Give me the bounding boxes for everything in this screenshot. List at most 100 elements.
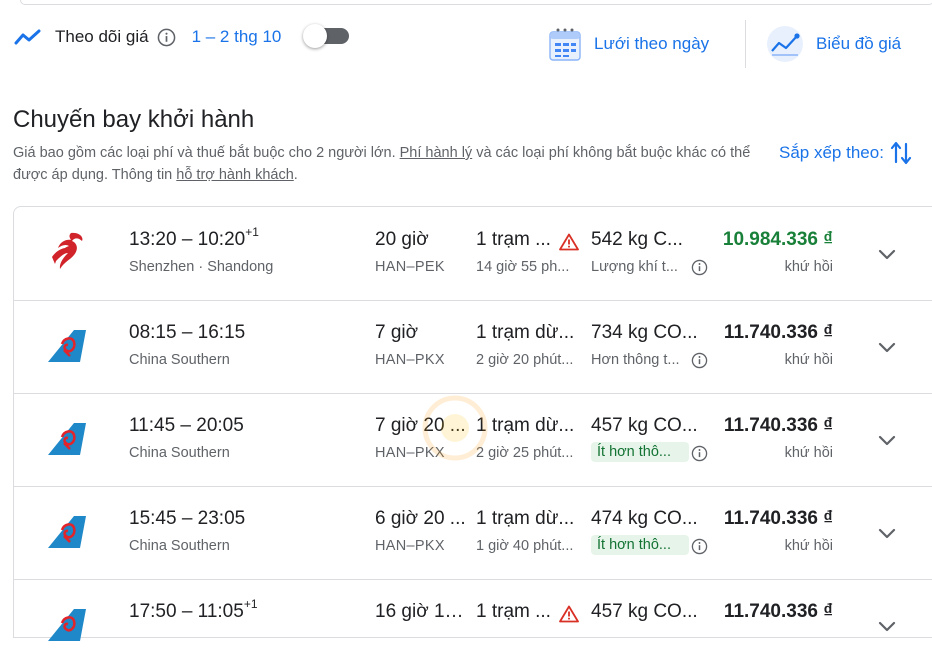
departure-time: 08:15 [129, 322, 177, 343]
flight-row[interactable]: 11:45 – 20:05 China Southern 7 giờ 20 ..… [14, 393, 932, 487]
flight-price: 10.984.336 ₫ [722, 229, 833, 250]
flight-duration: 20 giờ [375, 229, 429, 250]
chevron-down-icon[interactable] [876, 243, 898, 265]
flight-times: 15:45 – 23:05 [129, 508, 246, 529]
flight-row[interactable]: 17:50 – 11:05+1 16 giờ 15 ... 1 trạm ...… [14, 579, 932, 672]
price-tracking-bar: Theo dõi giá 1 – 2 thg 10 [14, 22, 281, 52]
passenger-help-link[interactable]: hỗ trợ hành khách [176, 167, 294, 183]
price-tracking-toggle[interactable] [303, 24, 349, 48]
flight-duration: 7 giờ 20 ... [375, 415, 466, 436]
info-icon[interactable] [691, 445, 708, 462]
flight-list: 13:20 – 10:20+1 Shenzhen · Shandong 20 g… [13, 206, 932, 641]
departure-time: 17:50 [129, 601, 177, 622]
date-grid-button[interactable]: Lưới theo ngày [548, 26, 709, 62]
stops-count: 1 trạm dừ... [476, 322, 575, 343]
flight-route: HAN–PEK [375, 259, 445, 275]
arrival-time: 10:20 [197, 229, 246, 250]
shenzhen-airlines-logo [52, 232, 83, 269]
flight-duration: 7 giờ [375, 322, 419, 343]
price-type: khứ hồi [784, 259, 833, 275]
sort-button[interactable]: Sắp xếp theo: [779, 140, 912, 166]
china-southern-logo [48, 609, 86, 641]
info-icon[interactable] [691, 538, 708, 555]
chevron-down-icon[interactable] [876, 429, 898, 451]
departure-time: 11:45 [129, 415, 176, 436]
departure-time: 13:20 [129, 229, 177, 250]
arrival-time: 23:05 [197, 508, 246, 529]
co2-emissions: 457 kg CO... [591, 601, 698, 622]
emissions-comparison: Hơn thông t... [591, 352, 680, 368]
flight-price: 11.740.336 ₫ [723, 508, 833, 529]
search-panel-edge [20, 0, 932, 5]
stops-count: 1 trạm dừ... [476, 508, 575, 529]
warning-icon [559, 605, 579, 623]
chevron-down-icon[interactable] [876, 615, 898, 637]
flight-times: 08:15 – 16:15 [129, 322, 246, 343]
flight-row[interactable]: 08:15 – 16:15 China Southern 7 giờ HAN–P… [14, 300, 932, 394]
stops-count: 1 trạm dừ... [476, 415, 575, 436]
flight-route: HAN–PKX [375, 352, 445, 368]
flight-row[interactable]: 15:45 – 23:05 China Southern 6 giờ 20 ..… [14, 486, 932, 580]
price-graph-icon [767, 26, 803, 62]
airline-name: China Southern [129, 352, 230, 368]
arrival-time: 20:05 [196, 415, 244, 436]
flight-price: 11.740.336 ₫ [723, 415, 833, 436]
low-emissions-badge: Ít hơn thô... [591, 442, 689, 462]
flight-row[interactable]: 13:20 – 10:20+1 Shenzhen · Shandong 20 g… [14, 207, 932, 301]
flight-duration: 6 giờ 20 ... [375, 508, 466, 529]
flight-times: 11:45 – 20:05 [129, 415, 244, 436]
layover-duration: 2 giờ 25 phút... [476, 445, 574, 461]
arrival-time: 11:05 [197, 601, 244, 622]
departure-time: 15:45 [129, 508, 177, 529]
flight-price: 11.740.336 ₫ [723, 322, 833, 343]
price-type: khứ hồi [784, 445, 833, 461]
flight-times: 17:50 – 11:05+1 [129, 597, 258, 622]
tracking-date-range: 1 – 2 thg 10 [191, 27, 282, 46]
calendar-grid-icon [549, 28, 581, 61]
warning-icon [559, 233, 579, 251]
low-emissions-badge: Ít hơn thô... [591, 535, 689, 555]
page-title: Chuyến bay khởi hành [13, 106, 255, 133]
trending-icon [14, 29, 41, 45]
airline-name: China Southern [129, 538, 230, 554]
sort-label: Sắp xếp theo: [779, 143, 884, 162]
view-divider [745, 20, 746, 68]
flight-times: 13:20 – 10:20+1 [129, 225, 259, 250]
price-disclaimer: Giá bao gồm các loại phí và thuế bắt buộ… [13, 142, 763, 186]
china-southern-logo [48, 423, 86, 455]
info-icon[interactable] [691, 259, 708, 276]
disclaimer-text: . [293, 167, 298, 183]
flight-duration: 16 giờ 15 ... [375, 601, 470, 622]
day-offset: +1 [245, 225, 259, 239]
airline-name: Shenzhen · Shandong [129, 259, 274, 275]
price-type: khứ hồi [784, 538, 833, 554]
baggage-fees-link[interactable]: Phí hành lý [400, 145, 473, 161]
emissions-comparison: Lượng khí t... [591, 259, 678, 275]
track-prices-label: Theo dõi giá [55, 27, 149, 46]
toggle-knob [303, 24, 327, 48]
price-graph-label: Biểu đồ giá [816, 34, 902, 53]
disclaimer-text: Giá bao gồm các loại phí và thuế bắt buộ… [13, 145, 400, 161]
co2-emissions: 457 kg CO... [591, 415, 698, 436]
layover-duration: 2 giờ 20 phút... [476, 352, 574, 368]
date-grid-label: Lưới theo ngày [594, 34, 710, 53]
info-icon[interactable] [157, 28, 176, 47]
airline-name: China Southern [129, 445, 230, 461]
arrival-time: 16:15 [197, 322, 246, 343]
china-southern-logo [48, 516, 86, 548]
co2-emissions: 734 kg CO... [591, 322, 698, 343]
co2-emissions: 542 kg C... [591, 229, 683, 250]
flight-route: HAN–PKX [375, 445, 445, 461]
layover-duration: 1 giờ 40 phút... [476, 538, 574, 554]
flight-route: HAN–PKX [375, 538, 445, 554]
info-icon[interactable] [691, 352, 708, 369]
china-southern-logo [48, 330, 86, 362]
chevron-down-icon[interactable] [876, 336, 898, 358]
layover-duration: 14 giờ 55 ph... [476, 259, 570, 275]
co2-emissions: 474 kg CO... [591, 508, 698, 529]
flight-price: 11.740.336 ₫ [723, 601, 833, 622]
chevron-down-icon[interactable] [876, 522, 898, 544]
price-type: khứ hồi [784, 352, 833, 368]
price-graph-button[interactable]: Biểu đồ giá [766, 26, 901, 62]
sort-icon [890, 141, 912, 165]
